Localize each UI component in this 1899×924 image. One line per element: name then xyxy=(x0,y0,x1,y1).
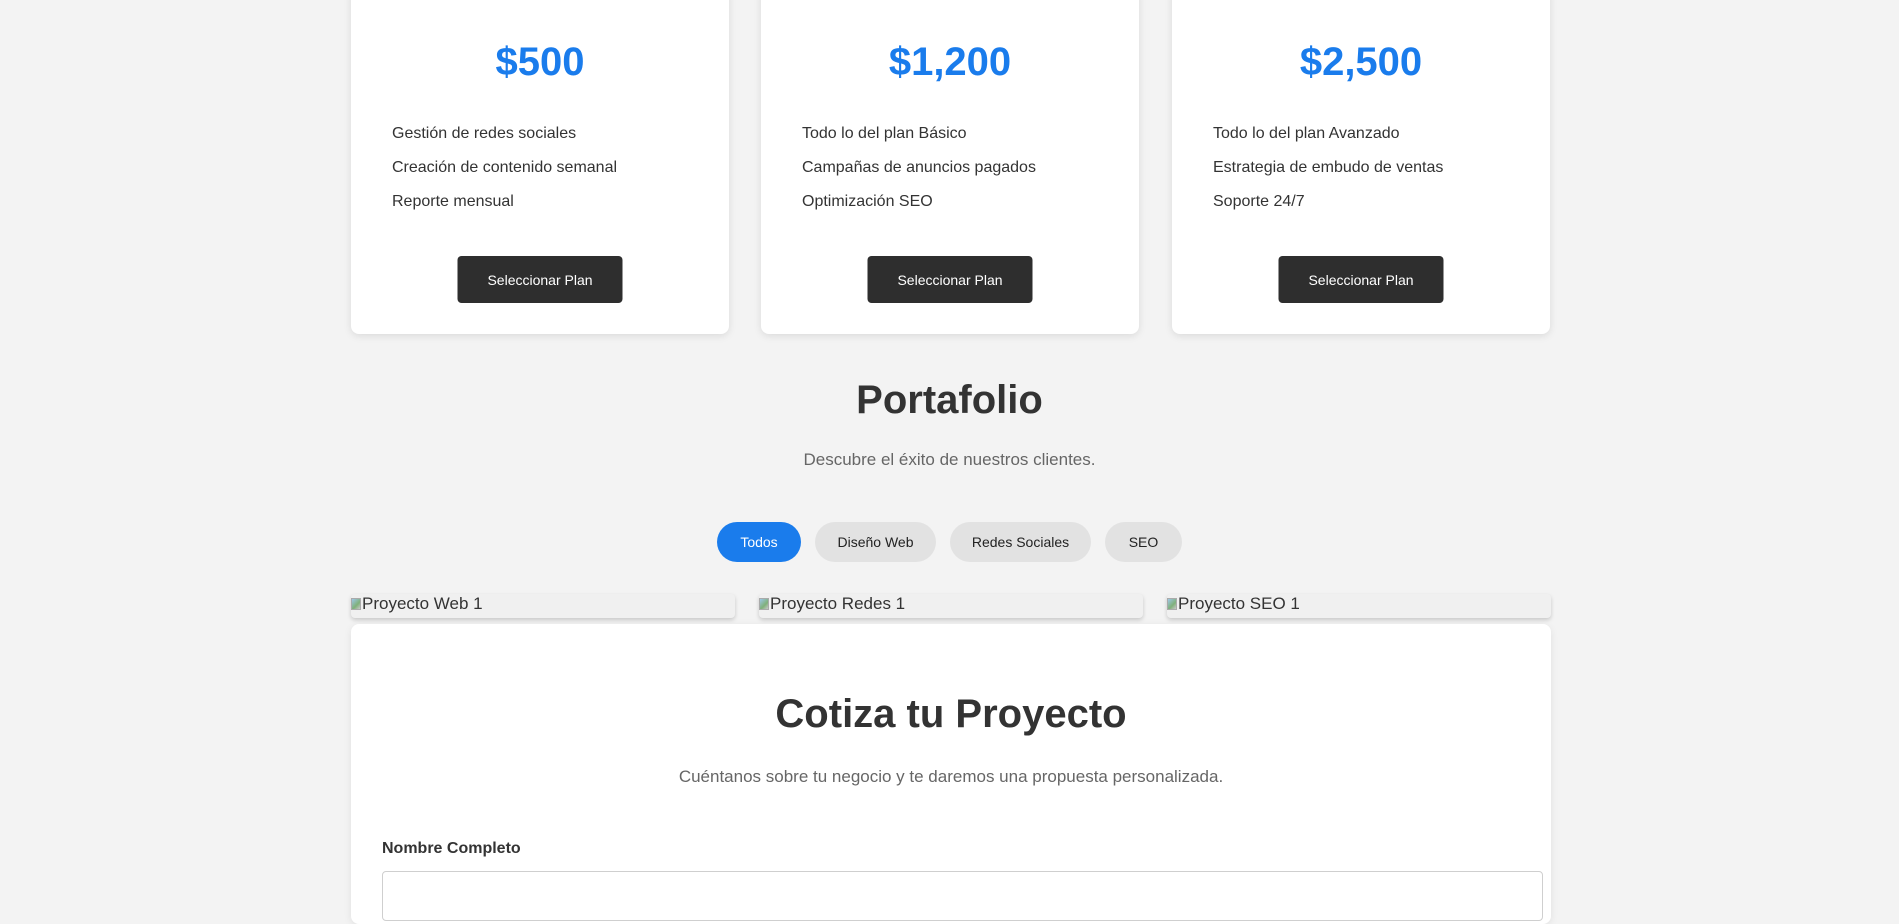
plan-feature: Creación de contenido semanal xyxy=(392,159,618,176)
filter-all[interactable]: Todos xyxy=(717,522,801,562)
plan-feature: Optimización SEO xyxy=(802,193,933,210)
select-plan-button[interactable]: Seleccionar Plan xyxy=(867,256,1033,303)
plan-card-premium: $2,500 Todo lo del plan Avanzado Estrate… xyxy=(1172,0,1550,334)
plan-features: Todo lo del plan Básico Campañas de anun… xyxy=(802,117,1036,219)
plan-card-advanced: $1,200 Todo lo del plan Básico Campañas … xyxy=(761,0,1139,334)
project-alt-text: Proyecto Web 1 xyxy=(362,594,483,613)
full-name-input[interactable] xyxy=(382,871,1543,921)
portfolio-project[interactable]: Proyecto Web 1 xyxy=(351,594,735,618)
plan-price: $2,500 xyxy=(1299,40,1423,84)
broken-image-icon xyxy=(759,598,769,610)
plan-feature: Reporte mensual xyxy=(392,193,514,210)
plan-features: Gestión de redes sociales Creación de co… xyxy=(392,117,617,219)
portfolio-filters: Todos Diseño Web Redes Sociales SEO xyxy=(0,522,1899,562)
plan-feature: Todo lo del plan Avanzado xyxy=(1213,125,1400,142)
select-plan-button[interactable]: Seleccionar Plan xyxy=(457,256,623,303)
plan-feature: Campañas de anuncios pagados xyxy=(802,159,1036,176)
filter-web-design[interactable]: Diseño Web xyxy=(815,522,936,562)
plan-card-basic: $500 Gestión de redes sociales Creación … xyxy=(351,0,729,334)
broken-image-icon xyxy=(351,598,361,610)
plan-features: Todo lo del plan Avanzado Estrategia de … xyxy=(1213,117,1443,219)
full-name-label: Nombre Completo xyxy=(382,840,521,857)
portfolio-project[interactable]: Proyecto Redes 1 xyxy=(759,594,1143,618)
plan-feature: Todo lo del plan Básico xyxy=(802,125,967,142)
select-plan-button[interactable]: Seleccionar Plan xyxy=(1278,256,1444,303)
portfolio-subtitle: Descubre el éxito de nuestros clientes. xyxy=(803,450,1096,469)
quote-form-card: Cotiza tu Proyecto Cuéntanos sobre tu ne… xyxy=(351,624,1551,924)
plan-feature: Estrategia de embudo de ventas xyxy=(1213,159,1444,176)
portfolio-title: Portafolio xyxy=(856,378,1043,422)
filter-seo[interactable]: SEO xyxy=(1105,522,1182,562)
plan-feature: Gestión de redes sociales xyxy=(392,125,577,142)
plan-price: $500 xyxy=(495,40,585,84)
filter-social-media[interactable]: Redes Sociales xyxy=(950,522,1091,562)
project-alt-text: Proyecto SEO 1 xyxy=(1178,594,1300,613)
plan-feature: Soporte 24/7 xyxy=(1213,193,1305,210)
portfolio-project[interactable]: Proyecto SEO 1 xyxy=(1167,594,1551,618)
broken-image-icon xyxy=(1167,598,1177,610)
quote-title: Cotiza tu Proyecto xyxy=(775,692,1127,736)
project-alt-text: Proyecto Redes 1 xyxy=(770,594,906,613)
plan-price: $1,200 xyxy=(888,40,1012,84)
quote-subtitle: Cuéntanos sobre tu negocio y te daremos … xyxy=(678,767,1224,786)
